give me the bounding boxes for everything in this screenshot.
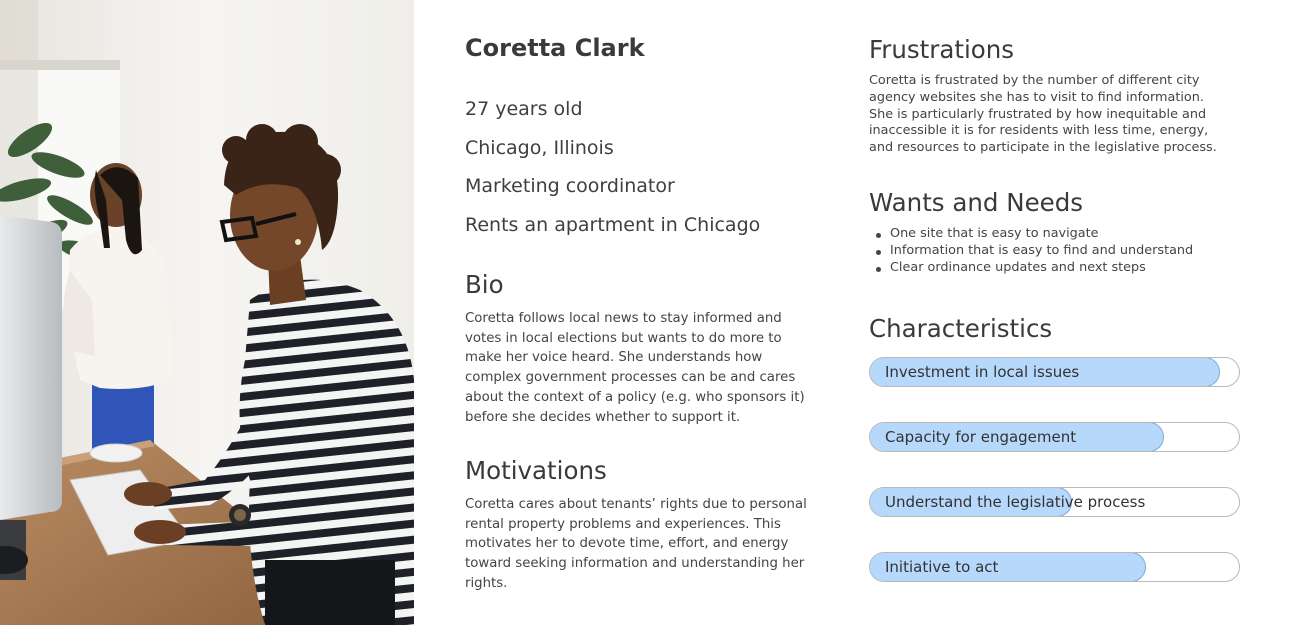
frustrations-heading: Frustrations xyxy=(869,35,1015,64)
list-item: One site that is easy to navigate xyxy=(874,226,1193,243)
bar-label: Initiative to act xyxy=(885,558,999,576)
characteristic-bar-initiative: Initiative to act xyxy=(869,552,1240,582)
bio-text: Coretta follows local news to stay infor… xyxy=(465,311,805,425)
persona-photo xyxy=(0,0,414,625)
characteristics-heading: Characteristics xyxy=(869,314,1053,343)
bar-label: Investment in local issues xyxy=(885,363,1080,381)
fact-occupation: Marketing coordinator xyxy=(465,175,675,198)
wants-needs-heading: Wants and Needs xyxy=(869,188,1084,217)
fact-location: Chicago, Illinois xyxy=(465,136,614,159)
motivations-text: Coretta cares about tenants’ rights due … xyxy=(465,497,807,591)
motivations-heading: Motivations xyxy=(465,456,607,485)
characteristic-bar-capacity: Capacity for engagement xyxy=(869,422,1240,452)
bar-label: Understand the legislative process xyxy=(885,493,1146,511)
characteristic-bar-investment: Investment in local issues xyxy=(869,357,1240,387)
wants-needs-list: One site that is easy to navigate Inform… xyxy=(874,226,1193,276)
characteristic-bar-understanding: Understand the legislative process xyxy=(869,487,1240,517)
fact-housing: Rents an apartment in Chicago xyxy=(465,214,761,237)
fact-age: 27 years old xyxy=(465,98,583,120)
persona-name: Coretta Clark xyxy=(465,34,645,62)
list-item: Information that is easy to find and und… xyxy=(874,243,1193,260)
persona-facts: 27 years old Chicago, Illinois Marketing… xyxy=(465,96,760,251)
frustrations-text: Coretta is frustrated by the number of d… xyxy=(869,73,1217,156)
bio-heading: Bio xyxy=(465,270,504,299)
bar-label: Capacity for engagement xyxy=(885,428,1077,446)
list-item: Clear ordinance updates and next steps xyxy=(874,260,1193,277)
